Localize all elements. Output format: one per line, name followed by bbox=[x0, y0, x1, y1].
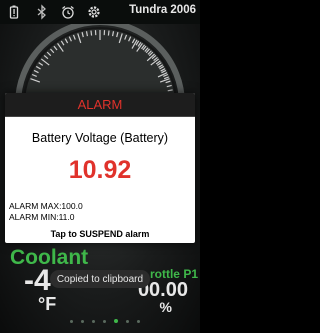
alarm-clock-icon[interactable] bbox=[60, 4, 76, 20]
alarm-sensor-name: Battery Voltage (Battery) bbox=[31, 131, 169, 145]
page-dot[interactable] bbox=[92, 319, 95, 323]
bluetooth-icon[interactable] bbox=[34, 4, 50, 20]
vehicle-title: Tundra 2006 bbox=[129, 4, 196, 16]
page-indicator[interactable] bbox=[70, 318, 140, 324]
status-bar: Tundra 2006 bbox=[0, 0, 200, 24]
page-dot[interactable] bbox=[126, 319, 129, 323]
alarm-title: ALARM bbox=[77, 97, 123, 112]
page-dot[interactable] bbox=[70, 319, 73, 323]
alarm-value: 10.92 bbox=[68, 156, 132, 184]
battery-alert-icon bbox=[6, 4, 22, 20]
throttle-unit: % bbox=[159, 299, 172, 315]
toast-text: Copied to clipboard bbox=[56, 273, 144, 285]
settings-gear-icon[interactable] bbox=[86, 4, 102, 20]
gauge-tick bbox=[90, 30, 93, 36]
alarm-body[interactable]: Battery Voltage (Battery) 10.92 ALARM MA… bbox=[5, 117, 195, 243]
alarm-max: ALARM MAX:100.0 bbox=[9, 201, 83, 211]
alarm-dialog[interactable]: ALARM Battery Voltage (Battery) 10.92 AL… bbox=[5, 93, 195, 243]
page-dot[interactable] bbox=[81, 319, 84, 323]
alarm-header: ALARM bbox=[5, 93, 195, 117]
alarm-min: ALARM MIN:11.0 bbox=[9, 212, 75, 222]
page-dot[interactable] bbox=[114, 319, 118, 323]
suspend-alarm-button[interactable]: Tap to SUSPEND alarm bbox=[5, 229, 195, 239]
toast: Copied to clipboard bbox=[50, 270, 150, 288]
gauge-tick bbox=[107, 30, 110, 36]
page-dot[interactable] bbox=[137, 319, 140, 323]
coolant-unit: °F bbox=[38, 294, 57, 314]
page-dot[interactable] bbox=[103, 319, 106, 323]
coolant-value: -4 bbox=[24, 264, 51, 297]
